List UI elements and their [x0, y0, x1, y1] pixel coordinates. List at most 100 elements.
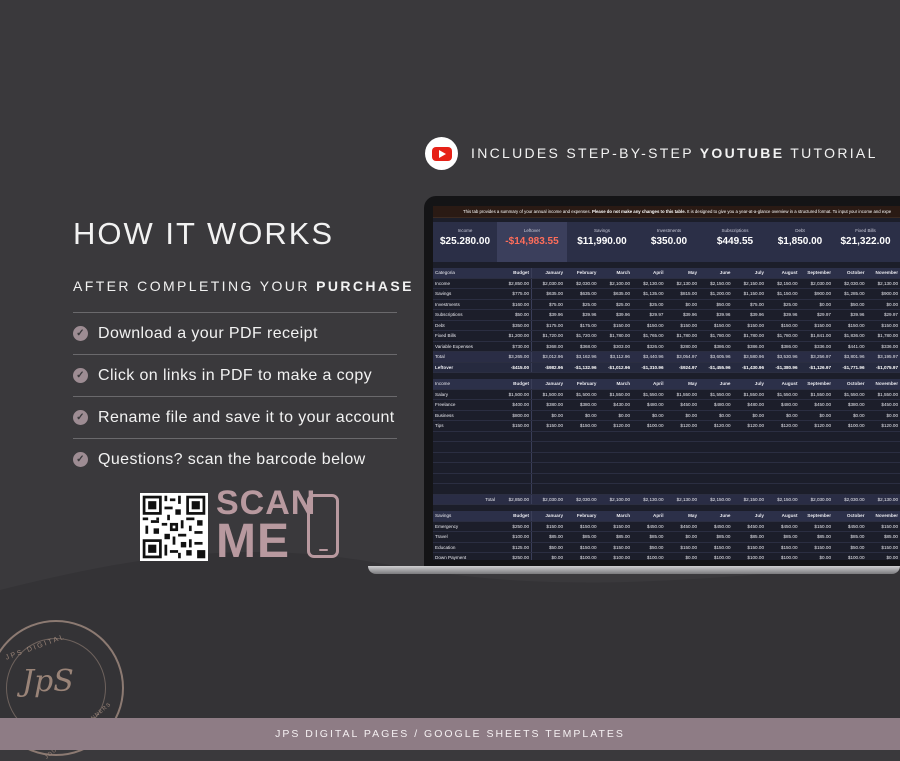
value-cell[interactable]: $2,150.00 — [733, 494, 767, 505]
value-cell[interactable]: $1,720.00 — [565, 331, 599, 342]
value-cell[interactable]: $39.96 — [532, 310, 566, 321]
value-cell[interactable]: $85.00 — [532, 532, 566, 543]
empty-cell[interactable] — [867, 484, 900, 495]
row-label-cell[interactable]: Variable Expenses — [433, 341, 497, 352]
value-cell[interactable]: $0.00 — [800, 299, 834, 310]
empty-cell[interactable] — [532, 442, 566, 453]
empty-cell[interactable] — [433, 431, 497, 442]
value-cell[interactable]: January — [532, 268, 566, 278]
row-label-cell[interactable]: Total — [433, 494, 497, 505]
value-cell[interactable]: $450.00 — [666, 400, 700, 411]
value-cell[interactable]: $1,550.00 — [833, 389, 867, 400]
value-cell[interactable]: $100.00 — [833, 553, 867, 561]
empty-cell[interactable] — [833, 463, 867, 474]
value-cell[interactable]: -$982.96 — [532, 362, 566, 373]
value-cell[interactable]: May — [666, 379, 700, 389]
row-label-cell[interactable]: Subscriptions — [433, 310, 497, 321]
value-cell[interactable]: $50.00 — [532, 542, 566, 553]
value-cell[interactable]: $380.00 — [532, 400, 566, 411]
empty-cell[interactable] — [599, 452, 633, 463]
value-cell[interactable]: $3,530.96 — [766, 352, 800, 363]
value-cell[interactable]: $85.00 — [599, 532, 633, 543]
value-cell[interactable]: $1,780.00 — [867, 331, 900, 342]
value-cell[interactable]: $150.00 — [800, 521, 834, 532]
value-cell[interactable]: $1,550.00 — [766, 389, 800, 400]
value-cell[interactable]: $815.00 — [666, 289, 700, 300]
value-cell[interactable]: April — [632, 511, 666, 521]
value-cell[interactable]: $75.00 — [532, 299, 566, 310]
empty-cell[interactable] — [867, 463, 900, 474]
value-cell[interactable]: $3,112.96 — [599, 352, 633, 363]
value-cell[interactable]: $100.00 — [632, 553, 666, 561]
empty-cell[interactable] — [532, 473, 566, 484]
value-cell[interactable]: $3,265.00 — [497, 352, 532, 363]
empty-cell[interactable] — [800, 442, 834, 453]
empty-cell[interactable] — [666, 484, 700, 495]
empty-cell[interactable] — [699, 473, 733, 484]
value-cell[interactable]: $2,130.00 — [632, 278, 666, 289]
value-cell[interactable]: $3,195.97 — [867, 352, 900, 363]
row-label-cell[interactable]: Debt — [433, 320, 497, 331]
value-cell[interactable]: -$1,455.96 — [699, 362, 733, 373]
empty-cell[interactable] — [565, 442, 599, 453]
value-cell[interactable]: $100.00 — [699, 553, 733, 561]
value-cell[interactable]: $0.00 — [800, 553, 834, 561]
empty-cell[interactable] — [833, 442, 867, 453]
empty-cell[interactable] — [800, 473, 834, 484]
value-cell[interactable]: $0.00 — [733, 410, 767, 421]
value-cell[interactable]: $150.00 — [532, 421, 566, 432]
row-label-cell[interactable]: Freelance — [433, 400, 497, 411]
value-cell[interactable]: $150.00 — [532, 521, 566, 532]
value-cell[interactable]: $25.00 — [766, 299, 800, 310]
empty-cell[interactable] — [766, 442, 800, 453]
value-cell[interactable]: $336.00 — [867, 341, 900, 352]
value-cell[interactable]: $150.00 — [867, 320, 900, 331]
empty-cell[interactable] — [733, 473, 767, 484]
empty-cell[interactable] — [699, 431, 733, 442]
empty-cell[interactable] — [532, 452, 566, 463]
value-cell[interactable]: $1,550.00 — [800, 389, 834, 400]
empty-cell[interactable] — [833, 452, 867, 463]
empty-cell[interactable] — [599, 442, 633, 453]
value-cell[interactable]: $100.00 — [565, 553, 599, 561]
value-cell[interactable]: $1,780.00 — [666, 331, 700, 342]
value-cell[interactable]: August — [766, 379, 800, 389]
value-cell[interactable]: $2,030.00 — [833, 278, 867, 289]
value-cell[interactable]: $900.00 — [800, 289, 834, 300]
value-cell[interactable]: $85.00 — [800, 532, 834, 543]
empty-cell[interactable] — [632, 473, 666, 484]
value-cell[interactable]: $85.00 — [867, 532, 900, 543]
value-cell[interactable]: September — [800, 511, 834, 521]
value-cell[interactable]: $85.00 — [565, 532, 599, 543]
value-cell[interactable]: April — [632, 379, 666, 389]
value-cell[interactable]: $430.00 — [599, 400, 633, 411]
value-cell[interactable]: $450.00 — [833, 521, 867, 532]
empty-cell[interactable] — [666, 473, 700, 484]
empty-cell[interactable] — [766, 484, 800, 495]
empty-cell[interactable] — [666, 442, 700, 453]
value-cell[interactable]: $1,780.00 — [699, 331, 733, 342]
value-cell[interactable]: August — [766, 511, 800, 521]
value-cell[interactable]: -$1,012.96 — [599, 362, 633, 373]
value-cell[interactable]: January — [532, 379, 566, 389]
value-cell[interactable]: $0.00 — [867, 299, 900, 310]
value-cell[interactable]: $2,130.00 — [666, 494, 700, 505]
value-cell[interactable]: $50.00 — [699, 299, 733, 310]
row-label-cell[interactable]: Investments — [433, 299, 497, 310]
value-cell[interactable]: $3,256.97 — [800, 352, 834, 363]
value-cell[interactable]: $85.00 — [699, 532, 733, 543]
value-cell[interactable]: $150.00 — [699, 320, 733, 331]
value-cell[interactable]: $150.00 — [599, 521, 633, 532]
value-cell[interactable]: March — [599, 511, 633, 521]
value-cell[interactable]: $0.00 — [867, 410, 900, 421]
value-cell[interactable]: $0.00 — [666, 532, 700, 543]
value-cell[interactable]: $50.00 — [632, 542, 666, 553]
row-label-cell[interactable]: Leftover — [433, 362, 497, 373]
value-cell[interactable]: $160.00 — [497, 299, 532, 310]
value-cell[interactable]: $50.00 — [497, 310, 532, 321]
value-cell[interactable]: $250.00 — [497, 521, 532, 532]
value-cell[interactable]: May — [666, 511, 700, 521]
empty-cell[interactable] — [433, 484, 497, 495]
empty-cell[interactable] — [766, 452, 800, 463]
value-cell[interactable]: $450.00 — [766, 521, 800, 532]
